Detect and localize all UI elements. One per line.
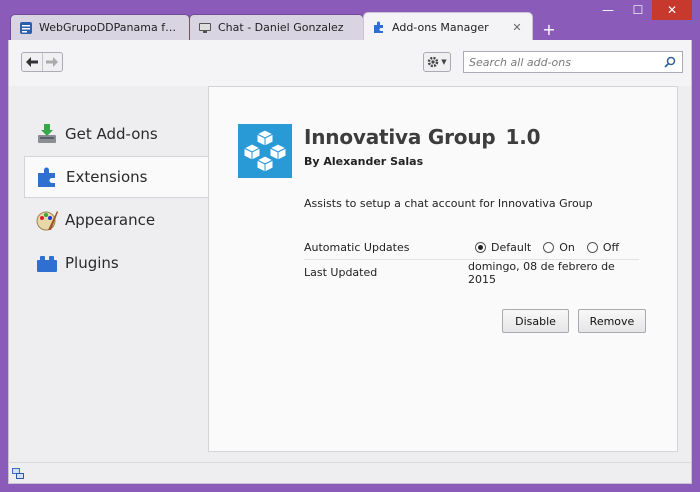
category-extensions[interactable]: Extensions <box>24 156 209 198</box>
addon-logo-icon <box>238 124 292 178</box>
back-button[interactable] <box>22 53 42 71</box>
forward-button[interactable] <box>41 53 63 71</box>
lego-brick-icon <box>35 251 59 275</box>
download-icon <box>35 122 59 146</box>
automatic-updates-label: Automatic Updates <box>304 240 410 254</box>
last-updated-value: domingo, 08 de febrero de 2015 <box>467 259 615 286</box>
radio-label: On <box>559 240 575 254</box>
tab-chat[interactable]: Chat - Daniel Gonzalez <box>189 14 364 40</box>
category-label: Extensions <box>66 168 148 186</box>
feed-icon <box>19 21 33 35</box>
category-label: Get Add-ons <box>65 125 158 143</box>
tab-addons-manager[interactable]: Add-ons Manager ✕ <box>363 12 533 41</box>
category-list: Get Add-ons Extensions Appearance Plugin… <box>24 113 209 285</box>
tab-strip: WebGrupoDDPanama feed - ... Chat - Danie… <box>8 10 692 41</box>
gear-icon <box>428 56 439 68</box>
paintbrush-icon <box>35 208 59 232</box>
tab-label: Add-ons Manager <box>392 20 489 34</box>
tab-feed[interactable]: WebGrupoDDPanama feed - ... <box>10 14 190 40</box>
new-tab-button[interactable]: + <box>536 18 562 40</box>
radio-label: Default <box>491 240 532 254</box>
search-icon[interactable] <box>663 55 677 69</box>
puzzle-icon <box>372 20 386 34</box>
radio-label: Off <box>602 240 620 254</box>
window-frame: — ☐ ✕ WebGrupoDDPanama feed - ... Chat -… <box>0 0 700 492</box>
radio-updates-off[interactable]: Off <box>586 240 620 254</box>
tab-label: Chat - Daniel Gonzalez <box>218 21 344 34</box>
status-bar <box>8 462 692 484</box>
last-updated-label: Last Updated <box>304 266 378 279</box>
chevron-down-icon: ▼ <box>441 58 447 66</box>
radio-updates-default[interactable]: Default <box>475 241 531 254</box>
arrow-left-icon <box>25 57 38 67</box>
tab-label: WebGrupoDDPanama feed - ... <box>39 21 181 34</box>
navigation-buttons <box>21 52 63 72</box>
search-box <box>463 51 683 73</box>
last-updated-row: Last Updated domingo, 08 de febrero de 2… <box>304 259 639 286</box>
radio-indicator[interactable] <box>543 241 555 253</box>
addons-toolbar: ▼ <box>8 40 692 86</box>
category-label: Plugins <box>65 254 119 272</box>
addon-name: Innovativa Group <box>304 125 496 149</box>
search-input[interactable] <box>464 52 656 72</box>
remove-button[interactable]: Remove <box>578 309 646 333</box>
addon-author: By Alexander Salas <box>304 155 424 168</box>
addon-title: Innovativa Group 1.0 <box>304 125 541 149</box>
addon-version: 1.0 <box>505 125 541 149</box>
puzzle-icon <box>36 165 60 189</box>
radio-indicator[interactable] <box>475 241 486 253</box>
radio-updates-on[interactable]: On <box>543 241 575 254</box>
radio-indicator[interactable] <box>586 241 598 253</box>
addons-content: Get Add-ons Extensions Appearance Plugin… <box>8 86 692 462</box>
network-icon[interactable] <box>11 467 25 481</box>
chat-icon <box>198 21 212 35</box>
tools-menu-button[interactable]: ▼ <box>423 52 451 72</box>
automatic-updates-radio-group: Default On Off <box>475 241 631 254</box>
category-appearance[interactable]: Appearance <box>24 199 208 241</box>
addon-detail-pane: Innovativa Group 1.0 By Alexander Salas A… <box>208 86 678 452</box>
category-get-addons[interactable]: Get Add-ons <box>24 113 208 155</box>
arrow-right-icon <box>46 57 59 67</box>
automatic-updates-row: Automatic Updates Default On Off <box>304 235 639 260</box>
close-tab-icon[interactable]: ✕ <box>510 20 524 34</box>
disable-button[interactable]: Disable <box>502 309 569 333</box>
category-plugins[interactable]: Plugins <box>24 242 208 284</box>
addon-description: Assists to setup a chat account for Inno… <box>304 197 593 210</box>
category-label: Appearance <box>65 211 156 229</box>
